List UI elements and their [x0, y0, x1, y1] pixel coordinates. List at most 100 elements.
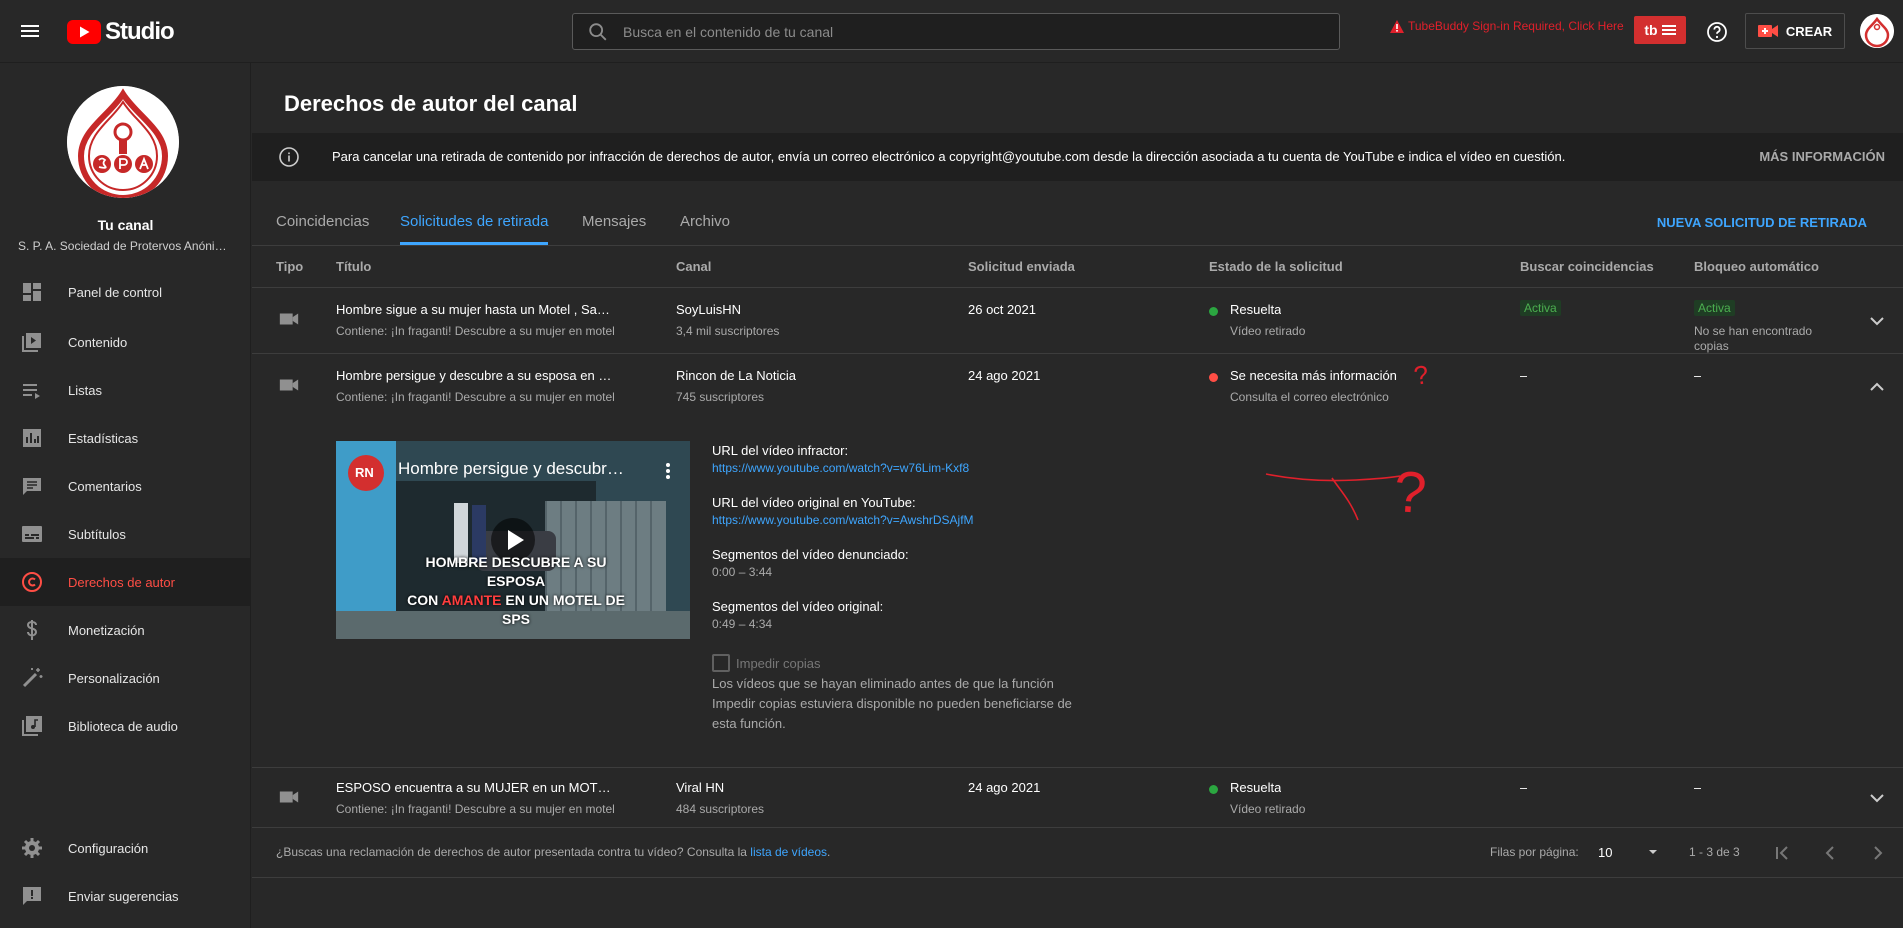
- row-title[interactable]: Hombre sigue a su mujer hasta un Motel ,…: [336, 302, 616, 317]
- video-thumbnail[interactable]: RN Hombre persigue y descubre a su espos…: [336, 441, 690, 639]
- infringing-url-label: URL del vídeo infractor:: [712, 443, 849, 458]
- magic-wand-icon: [22, 668, 43, 688]
- tubebuddy-logo-icon: tb: [1644, 22, 1658, 38]
- tab-archive[interactable]: Archivo: [680, 213, 730, 242]
- logo-text: Studio: [105, 18, 175, 45]
- chevron-down-icon[interactable]: [1865, 309, 1889, 333]
- column-header-match: Buscar coincidencias: [1520, 259, 1654, 274]
- search-input[interactable]: [623, 23, 1323, 40]
- original-url-link[interactable]: https://www.youtube.com/watch?v=AwshrDSA…: [712, 513, 974, 527]
- reported-segments-value: 0:00 – 3:44: [712, 565, 773, 579]
- sidebar-item-content[interactable]: Contenido: [0, 318, 251, 366]
- prevent-copies-checkbox[interactable]: [712, 654, 730, 672]
- studio-logo[interactable]: Studio: [67, 18, 175, 46]
- sidebar-item-customization[interactable]: Personalización: [0, 654, 251, 702]
- video-camera-icon: [279, 379, 299, 391]
- tab-matches[interactable]: Coincidencias: [276, 213, 369, 242]
- hamburger-menu-icon[interactable]: [18, 19, 42, 43]
- tab-messages[interactable]: Mensajes: [582, 213, 646, 242]
- caption-line: SPS: [501, 611, 530, 627]
- search-icon[interactable]: [587, 21, 609, 43]
- comments-icon: [23, 478, 41, 495]
- tabs: Coincidencias Solicitudes de retirada Me…: [252, 201, 1903, 245]
- sidebar-item-label: Listas: [68, 382, 102, 398]
- tubebuddy-button[interactable]: tb: [1634, 16, 1686, 44]
- sidebar-item-analytics[interactable]: Estadísticas: [0, 414, 251, 462]
- sidebar-item-dashboard[interactable]: Panel de control: [0, 268, 251, 316]
- table-footer: ¿Buscas una reclamación de derechos de a…: [252, 828, 1903, 878]
- info-banner: Para cancelar una retirada de contenido …: [252, 133, 1903, 181]
- account-avatar[interactable]: [1860, 14, 1894, 48]
- dashboard-icon: [23, 283, 41, 301]
- page-title: Derechos de autor del canal: [284, 91, 578, 116]
- reported-segments-label: Segmentos del vídeo denunciado:: [712, 547, 909, 562]
- previous-page-icon[interactable]: [1818, 841, 1842, 865]
- gear-icon: [22, 838, 42, 858]
- sidebar-item-audio-library[interactable]: Biblioteca de audio: [0, 702, 251, 750]
- sidebar-item-label: Derechos de autor: [68, 574, 175, 590]
- prevent-copies-note: Los vídeos que se hayan eliminado antes …: [712, 676, 1072, 731]
- tab-removal-requests[interactable]: Solicitudes de retirada: [400, 213, 549, 245]
- block-status-badge: Activa: [1694, 300, 1735, 316]
- sidebar-item-playlists[interactable]: Listas: [0, 366, 251, 414]
- channel-avatar[interactable]: [67, 86, 179, 198]
- playlist-icon: [23, 384, 40, 399]
- next-page-icon[interactable]: [1866, 841, 1890, 865]
- warning-icon: [1390, 19, 1404, 33]
- status-dot: [1209, 307, 1218, 316]
- infringing-url-link[interactable]: https://www.youtube.com/watch?v=w76Lim-K…: [712, 461, 969, 475]
- column-header-channel: Canal: [676, 259, 712, 274]
- sidebar-item-settings[interactable]: Configuración: [0, 824, 251, 872]
- sidebar-item-monetization[interactable]: Monetización: [0, 606, 251, 654]
- row-title[interactable]: Hombre persigue y descubre a su esposa e…: [336, 368, 616, 383]
- sidebar-item-label: Monetización: [68, 622, 145, 638]
- thumbnail-title: Hombre persigue y descubre a su esposa e…: [398, 459, 628, 478]
- sidebar-item-comments[interactable]: Comentarios: [0, 462, 251, 510]
- column-header-title: Título: [336, 259, 372, 274]
- sidebar-item-label: Contenido: [68, 334, 128, 350]
- sidebar-item-label: Subtítulos: [68, 526, 126, 542]
- row-subscribers: 745 suscriptores: [676, 390, 765, 404]
- copyright-icon: [22, 572, 42, 592]
- row-subscribers: 484 suscriptores: [676, 802, 765, 816]
- video-list-link[interactable]: lista de vídeos: [750, 845, 827, 859]
- column-header-date: Solicitud enviada: [968, 259, 1075, 274]
- help-icon[interactable]: [1705, 20, 1729, 44]
- search-bar[interactable]: [572, 13, 1340, 50]
- sidebar-item-label: Enviar sugerencias: [68, 888, 179, 904]
- table-row[interactable]: Hombre sigue a su mujer hasta un Motel ,…: [252, 288, 1903, 354]
- row-title[interactable]: ESPOSO encuentra a su MUJER en un MOTEL …: [336, 780, 616, 795]
- rows-per-page-select[interactable]: 10: [1594, 838, 1660, 866]
- chevron-up-icon[interactable]: [1865, 375, 1889, 399]
- create-label: CREAR: [1785, 23, 1833, 39]
- content-icon: [22, 333, 41, 352]
- first-page-icon[interactable]: [1770, 841, 1794, 865]
- tubebuddy-menu-icon: [1661, 25, 1676, 35]
- video-camera-icon: [279, 313, 299, 325]
- caption-part: EN UN MOTEL DE: [505, 592, 625, 608]
- column-header-status: Estado de la solicitud: [1209, 259, 1343, 274]
- new-removal-request-button[interactable]: NUEVA SOLICITUD DE RETIRADA: [1657, 215, 1867, 230]
- tubebuddy-warning[interactable]: TubeBuddy Sign-in Required, Click Here: [1390, 19, 1624, 33]
- table-row[interactable]: ESPOSO encuentra a su MUJER en un MOTEL …: [252, 768, 1903, 828]
- create-button[interactable]: CREAR: [1745, 13, 1845, 49]
- more-info-link[interactable]: MÁS INFORMACIÓN: [1759, 149, 1885, 164]
- sidebar-item-copyright[interactable]: Derechos de autor: [0, 558, 251, 606]
- column-header-block: Bloqueo automático: [1694, 259, 1819, 274]
- row-subtitle: Contiene: ¡In fraganti! Descubre a su mu…: [336, 324, 615, 338]
- main-content: Derechos de autor del canal Para cancela…: [252, 63, 1903, 928]
- row-status-detail: Vídeo retirado: [1230, 802, 1306, 816]
- row-block: –: [1694, 780, 1702, 795]
- chevron-down-icon[interactable]: [1865, 786, 1889, 810]
- subtitles-icon: [22, 526, 42, 542]
- row-match: –: [1520, 368, 1528, 383]
- more-vert-icon[interactable]: [658, 461, 678, 481]
- caption-line: CON AMANTE EN UN MOTEL DE: [396, 591, 636, 610]
- sidebar-item-feedback[interactable]: Enviar sugerencias: [0, 872, 251, 920]
- sidebar-item-subtitles[interactable]: Subtítulos: [0, 510, 251, 558]
- spa-logo: [67, 86, 179, 198]
- question-mark-annotation: ?: [1391, 458, 1429, 527]
- caption-line: HOMBRE DESCUBRE A SU ESPOSA: [425, 554, 607, 589]
- row-match: –: [1520, 780, 1528, 795]
- tubebuddy-warning-text[interactable]: TubeBuddy Sign-in Required, Click Here: [1408, 19, 1624, 33]
